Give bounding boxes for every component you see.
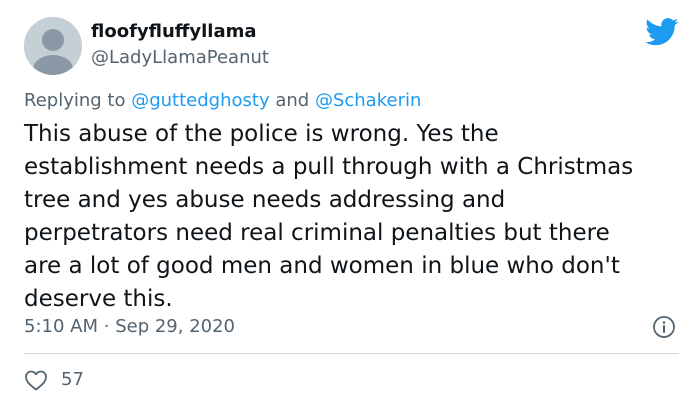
default-avatar-icon — [24, 17, 82, 75]
heart-icon[interactable] — [24, 369, 48, 391]
replying-conjunction: and — [275, 90, 310, 111]
tweet-text-line: establishment needs a pull through with … — [24, 154, 634, 180]
mention-link[interactable]: @Schakerin — [315, 90, 421, 111]
meta-separator: · — [103, 316, 110, 337]
tweet-text-line: perpetrators need real criminal penaltie… — [24, 220, 610, 246]
tweet-text-line: deserve this. — [24, 286, 173, 312]
avatar[interactable] — [24, 17, 82, 75]
tweet-text-line: are a lot of good men and women in blue … — [24, 253, 620, 279]
tweet-text-line: This abuse of the police is wrong. Yes t… — [24, 121, 499, 147]
mention-link[interactable]: @guttedghosty — [131, 90, 269, 111]
tweet-text: This abuse of the police is wrong. Yes t… — [24, 118, 684, 316]
like-count: 57 — [61, 369, 84, 390]
display-name[interactable]: floofyfluffyllama — [91, 20, 257, 44]
twitter-bird-icon[interactable] — [645, 18, 679, 46]
tweet-text-line: tree and yes abuse needs addressing and — [24, 187, 506, 213]
tweet-time: 5:10 AM — [24, 316, 98, 337]
replying-to: Replying to @guttedghosty and @Schakerin — [24, 89, 421, 113]
user-handle[interactable]: @LadyLlamaPeanut — [91, 46, 269, 70]
divider — [24, 353, 679, 354]
tweet-date: Sep 29, 2020 — [115, 316, 236, 337]
replying-prefix: Replying to — [24, 90, 126, 111]
info-icon[interactable] — [652, 315, 676, 339]
tweet-timestamp[interactable]: 5:10 AM · Sep 29, 2020 — [24, 315, 235, 339]
